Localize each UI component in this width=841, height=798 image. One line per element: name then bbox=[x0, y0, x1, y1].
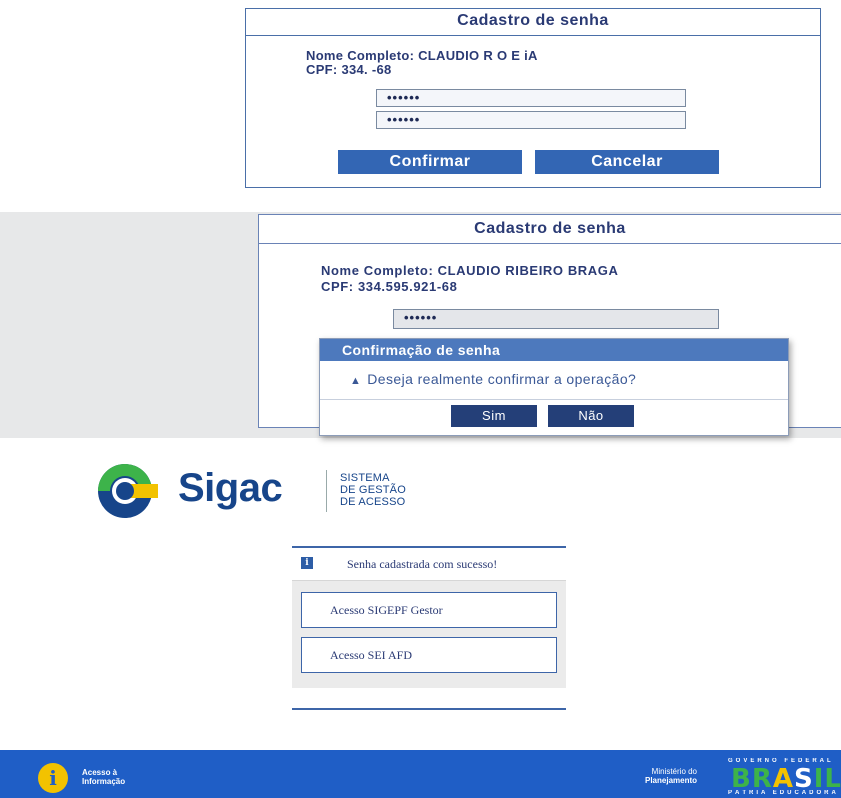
password-confirm-input[interactable]: •••••• bbox=[376, 111, 686, 129]
logo-divider bbox=[326, 470, 327, 512]
dialog-message: Deseja realmente confirmar a operação? bbox=[367, 371, 637, 387]
acesso-line: Acesso à bbox=[82, 768, 118, 777]
link-sigepf-gestor[interactable]: Acesso SIGEPF Gestor bbox=[301, 592, 557, 628]
sigac-logo-icon bbox=[98, 464, 158, 518]
full-name: Nome Completo: CLAUDIO RIBEIRO BRAGA bbox=[321, 263, 619, 278]
sigac-logo-text: Sigac bbox=[178, 466, 283, 510]
dialog-footer bbox=[320, 399, 788, 400]
acesso-informacao-link[interactable]: Acesso à Informação bbox=[82, 768, 125, 786]
success-message: Senha cadastrada com sucesso! bbox=[347, 557, 498, 571]
link-sei-afd[interactable]: Acesso SEI AFD bbox=[301, 637, 557, 673]
ministerio-line: Ministério do bbox=[651, 767, 698, 776]
confirmation-dialog: Confirmação de senha ▲ Deseja realmente c… bbox=[319, 338, 789, 436]
ministerio-logo: Ministério do Planejamento bbox=[645, 767, 697, 785]
success-panel: i Senha cadastrada com sucesso! Acesso S… bbox=[292, 546, 566, 688]
no-button[interactable]: Não bbox=[548, 405, 634, 427]
panel-title: Cadastro de senha bbox=[246, 9, 820, 36]
confirm-button[interactable]: Confirmar bbox=[338, 150, 522, 174]
yes-button[interactable]: Sim bbox=[451, 405, 537, 427]
acesso-line: Informação bbox=[82, 777, 126, 786]
acesso-informacao-icon[interactable]: i bbox=[38, 763, 68, 793]
cpf: CPF: 334.595.921-68 bbox=[321, 279, 458, 294]
cancel-button[interactable]: Cancelar bbox=[535, 150, 719, 174]
user-info: Nome Completo: CLAUDIO R O E iA CPF: 334… bbox=[306, 49, 538, 77]
full-name: Nome Completo: CLAUDIO R O E iA bbox=[306, 48, 538, 63]
info-icon: i bbox=[301, 557, 313, 569]
dialog-message-row: ▲ Deseja realmente confirmar a operação? bbox=[350, 371, 636, 387]
password-input[interactable]: •••••• bbox=[376, 89, 686, 107]
password-input[interactable]: •••••• bbox=[393, 309, 719, 329]
warning-icon: ▲ bbox=[350, 375, 362, 387]
subtitle-line: DE ACESSO bbox=[340, 496, 406, 508]
divider bbox=[292, 708, 566, 710]
dialog-title: Confirmação de senha bbox=[320, 339, 788, 361]
panel-title: Cadastro de senha bbox=[259, 215, 841, 244]
logo-subtitle: SISTEMA DE GESTÃO DE ACESSO bbox=[340, 472, 406, 508]
brasil-logo: GOVERNO FEDERAL BRASIL PÁTRIA EDUCADORA bbox=[728, 758, 841, 798]
subtitle-line: DE GESTÃO bbox=[340, 484, 406, 496]
footer: i Acesso à Informação Ministério do Plan… bbox=[0, 750, 841, 798]
subtitle-line: SISTEMA bbox=[340, 472, 390, 484]
ministerio-line: Planejamento bbox=[645, 776, 698, 785]
success-bar: i Senha cadastrada com sucesso! bbox=[292, 548, 566, 581]
password-register-panel: Cadastro de senha Nome Completo: CLAUDIO… bbox=[245, 8, 821, 188]
patria-educadora-text: PÁTRIA EDUCADORA bbox=[728, 790, 839, 796]
cpf: CPF: 334. -68 bbox=[306, 62, 392, 77]
user-info: Nome Completo: CLAUDIO RIBEIRO BRAGA CPF… bbox=[321, 263, 619, 295]
